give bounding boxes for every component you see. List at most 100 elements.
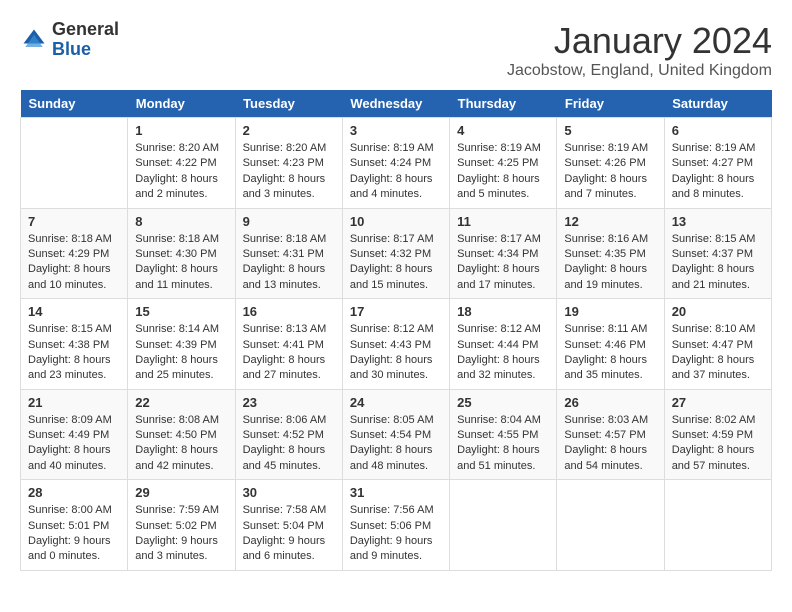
day-number: 14 xyxy=(28,304,120,319)
week-row-1: 1 Sunrise: 8:20 AM Sunset: 4:22 PM Daylig… xyxy=(21,118,772,209)
day-number: 8 xyxy=(135,214,227,229)
day-info: Sunrise: 8:19 AM Sunset: 4:24 PM Dayligh… xyxy=(350,141,442,203)
calendar-cell: 14 Sunrise: 8:15 AM Sunset: 4:38 PM Dayli… xyxy=(21,299,128,390)
calendar-cell: 22 Sunrise: 8:08 AM Sunset: 4:50 PM Dayli… xyxy=(128,389,235,480)
calendar-cell: 25Sunrise: 8:04 AM Sunset: 4:55 PM Dayli… xyxy=(450,389,557,480)
calendar-cell: 28 Sunrise: 8:00 AM Sunset: 5:01 PM Dayli… xyxy=(21,480,128,571)
day-number: 7 xyxy=(28,214,120,229)
day-number: 31 xyxy=(350,485,442,500)
day-number: 13 xyxy=(672,214,764,229)
day-number: 25 xyxy=(457,395,549,410)
header-cell-wednesday: Wednesday xyxy=(342,90,449,118)
day-info: Sunrise: 8:06 AM Sunset: 4:52 PM Dayligh… xyxy=(243,413,335,475)
day-number: 22 xyxy=(135,395,227,410)
day-number: 29 xyxy=(135,485,227,500)
calendar-cell: 27 Sunrise: 8:02 AM Sunset: 4:59 PM Dayli… xyxy=(664,389,771,480)
day-number: 26 xyxy=(564,395,656,410)
day-number: 1 xyxy=(135,123,227,138)
day-number: 11 xyxy=(457,214,549,229)
location: Jacobstow, England, United Kingdom xyxy=(507,62,772,80)
day-info: Sunrise: 8:15 AM Sunset: 4:37 PM Dayligh… xyxy=(672,232,764,294)
day-number: 19 xyxy=(564,304,656,319)
calendar-cell: 2 Sunrise: 8:20 AM Sunset: 4:23 PM Daylig… xyxy=(235,118,342,209)
day-info: Sunrise: 8:10 AM Sunset: 4:47 PM Dayligh… xyxy=(672,322,764,384)
day-number: 10 xyxy=(350,214,442,229)
day-info: Sunrise: 8:05 AM Sunset: 4:54 PM Dayligh… xyxy=(350,413,442,475)
day-number: 16 xyxy=(243,304,335,319)
day-info: Sunrise: 7:59 AM Sunset: 5:02 PM Dayligh… xyxy=(135,503,227,565)
calendar-cell: 3 Sunrise: 8:19 AM Sunset: 4:24 PM Daylig… xyxy=(342,118,449,209)
week-row-2: 7 Sunrise: 8:18 AM Sunset: 4:29 PM Daylig… xyxy=(21,208,772,299)
header-cell-friday: Friday xyxy=(557,90,664,118)
calendar-cell: 8Sunrise: 8:18 AM Sunset: 4:30 PM Daylig… xyxy=(128,208,235,299)
logo: General Blue xyxy=(20,20,119,60)
day-info: Sunrise: 8:20 AM Sunset: 4:23 PM Dayligh… xyxy=(243,141,335,203)
day-info: Sunrise: 8:08 AM Sunset: 4:50 PM Dayligh… xyxy=(135,413,227,475)
calendar-cell: 23 Sunrise: 8:06 AM Sunset: 4:52 PM Dayli… xyxy=(235,389,342,480)
logo-text: General Blue xyxy=(52,20,119,60)
logo-icon xyxy=(20,26,48,54)
day-number: 3 xyxy=(350,123,442,138)
day-info: Sunrise: 8:13 AM Sunset: 4:41 PM Dayligh… xyxy=(243,322,335,384)
calendar-cell xyxy=(664,480,771,571)
day-number: 15 xyxy=(135,304,227,319)
calendar-cell: 26 Sunrise: 8:03 AM Sunset: 4:57 PM Dayli… xyxy=(557,389,664,480)
day-info: Sunrise: 8:00 AM Sunset: 5:01 PM Dayligh… xyxy=(28,503,120,565)
calendar-cell: 9Sunrise: 8:18 AM Sunset: 4:31 PM Daylig… xyxy=(235,208,342,299)
day-info: Sunrise: 8:17 AM Sunset: 4:34 PM Dayligh… xyxy=(457,232,549,294)
day-info: Sunrise: 8:19 AM Sunset: 4:25 PM Dayligh… xyxy=(457,141,549,203)
calendar-header: SundayMondayTuesdayWednesdayThursdayFrid… xyxy=(21,90,772,118)
day-info: Sunrise: 7:58 AM Sunset: 5:04 PM Dayligh… xyxy=(243,503,335,565)
day-number: 12 xyxy=(564,214,656,229)
day-info: Sunrise: 8:20 AM Sunset: 4:22 PM Dayligh… xyxy=(135,141,227,203)
calendar-body: 1 Sunrise: 8:20 AM Sunset: 4:22 PM Daylig… xyxy=(21,118,772,571)
day-number: 4 xyxy=(457,123,549,138)
day-number: 20 xyxy=(672,304,764,319)
calendar-table: SundayMondayTuesdayWednesdayThursdayFrid… xyxy=(20,90,772,571)
day-info: Sunrise: 8:16 AM Sunset: 4:35 PM Dayligh… xyxy=(564,232,656,294)
day-number: 6 xyxy=(672,123,764,138)
calendar-cell: 5 Sunrise: 8:19 AM Sunset: 4:26 PM Daylig… xyxy=(557,118,664,209)
day-number: 28 xyxy=(28,485,120,500)
header-cell-tuesday: Tuesday xyxy=(235,90,342,118)
day-info: Sunrise: 7:56 AM Sunset: 5:06 PM Dayligh… xyxy=(350,503,442,565)
day-number: 17 xyxy=(350,304,442,319)
calendar-cell: 1 Sunrise: 8:20 AM Sunset: 4:22 PM Daylig… xyxy=(128,118,235,209)
day-info: Sunrise: 8:03 AM Sunset: 4:57 PM Dayligh… xyxy=(564,413,656,475)
calendar-cell: 24Sunrise: 8:05 AM Sunset: 4:54 PM Dayli… xyxy=(342,389,449,480)
day-info: Sunrise: 8:19 AM Sunset: 4:27 PM Dayligh… xyxy=(672,141,764,203)
header-row: SundayMondayTuesdayWednesdayThursdayFrid… xyxy=(21,90,772,118)
header-cell-saturday: Saturday xyxy=(664,90,771,118)
calendar-cell: 11 Sunrise: 8:17 AM Sunset: 4:34 PM Dayli… xyxy=(450,208,557,299)
week-row-5: 28 Sunrise: 8:00 AM Sunset: 5:01 PM Dayli… xyxy=(21,480,772,571)
calendar-cell: 4 Sunrise: 8:19 AM Sunset: 4:25 PM Daylig… xyxy=(450,118,557,209)
calendar-cell: 19Sunrise: 8:11 AM Sunset: 4:46 PM Dayli… xyxy=(557,299,664,390)
header-cell-monday: Monday xyxy=(128,90,235,118)
header-cell-thursday: Thursday xyxy=(450,90,557,118)
day-info: Sunrise: 8:15 AM Sunset: 4:38 PM Dayligh… xyxy=(28,322,120,384)
day-number: 30 xyxy=(243,485,335,500)
week-row-4: 21Sunrise: 8:09 AM Sunset: 4:49 PM Dayli… xyxy=(21,389,772,480)
calendar-cell xyxy=(450,480,557,571)
calendar-cell: 17Sunrise: 8:12 AM Sunset: 4:43 PM Dayli… xyxy=(342,299,449,390)
calendar-cell: 21Sunrise: 8:09 AM Sunset: 4:49 PM Dayli… xyxy=(21,389,128,480)
calendar-cell: 30 Sunrise: 7:58 AM Sunset: 5:04 PM Dayli… xyxy=(235,480,342,571)
day-info: Sunrise: 8:18 AM Sunset: 4:29 PM Dayligh… xyxy=(28,232,120,294)
header-cell-sunday: Sunday xyxy=(21,90,128,118)
day-info: Sunrise: 8:19 AM Sunset: 4:26 PM Dayligh… xyxy=(564,141,656,203)
day-number: 5 xyxy=(564,123,656,138)
calendar-cell: 7 Sunrise: 8:18 AM Sunset: 4:29 PM Daylig… xyxy=(21,208,128,299)
day-info: Sunrise: 8:02 AM Sunset: 4:59 PM Dayligh… xyxy=(672,413,764,475)
day-number: 27 xyxy=(672,395,764,410)
day-number: 23 xyxy=(243,395,335,410)
calendar-cell: 10 Sunrise: 8:17 AM Sunset: 4:32 PM Dayli… xyxy=(342,208,449,299)
header: General Blue January 2024 Jacobstow, Eng… xyxy=(20,20,772,80)
week-row-3: 14 Sunrise: 8:15 AM Sunset: 4:38 PM Dayli… xyxy=(21,299,772,390)
calendar-cell: 31 Sunrise: 7:56 AM Sunset: 5:06 PM Dayli… xyxy=(342,480,449,571)
calendar-cell: 6 Sunrise: 8:19 AM Sunset: 4:27 PM Daylig… xyxy=(664,118,771,209)
day-info: Sunrise: 8:17 AM Sunset: 4:32 PM Dayligh… xyxy=(350,232,442,294)
day-info: Sunrise: 8:09 AM Sunset: 4:49 PM Dayligh… xyxy=(28,413,120,475)
day-number: 2 xyxy=(243,123,335,138)
title-section: January 2024 Jacobstow, England, United … xyxy=(507,20,772,80)
day-info: Sunrise: 8:12 AM Sunset: 4:44 PM Dayligh… xyxy=(457,322,549,384)
